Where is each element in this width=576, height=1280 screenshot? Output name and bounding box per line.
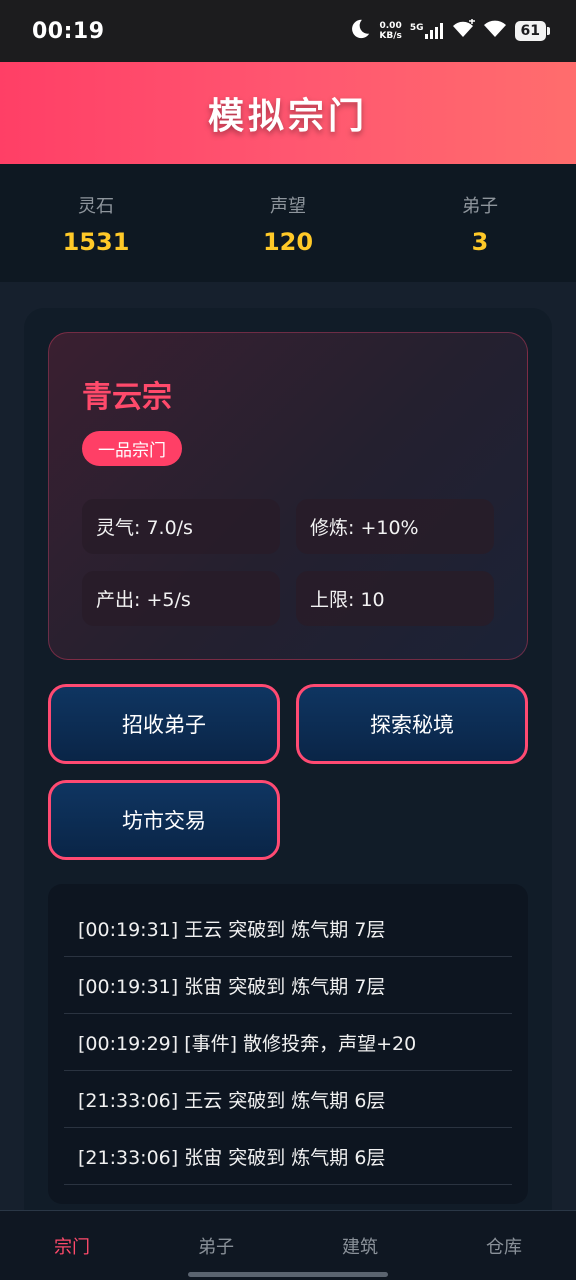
- bottom-nav: 宗门 弟子 建筑 仓库: [0, 1210, 576, 1280]
- event-log[interactable]: [00:19:31] 王云 突破到 炼气期 7层 [00:19:31] 张宙 突…: [48, 884, 528, 1204]
- log-entry: [00:19:31] 王云 突破到 炼气期 7层: [64, 900, 512, 957]
- wifi-icon: [483, 19, 507, 43]
- resource-value: 120: [262, 228, 314, 256]
- resource-value: 3: [471, 228, 489, 256]
- resource-value: 1531: [62, 228, 130, 256]
- net-speed: 0.00 KB/s: [379, 21, 401, 41]
- net-speed-unit: KB/s: [379, 31, 402, 41]
- stat-output: 产出: +5/s: [82, 571, 280, 626]
- wifi-plus-icon: [451, 18, 475, 43]
- page-title: 模拟宗门: [207, 96, 368, 137]
- sect-rank-badge: 一品宗门: [82, 431, 182, 466]
- log-list: [00:19:31] 王云 突破到 炼气期 7层 [00:19:31] 张宙 突…: [48, 884, 528, 1185]
- recruit-disciples-button[interactable]: 招收弟子: [48, 684, 280, 764]
- stat-cultivation: 修炼: +10%: [296, 499, 494, 554]
- battery-icon: 61: [514, 21, 551, 41]
- market-trade-button[interactable]: 坊市交易: [48, 780, 280, 860]
- resource-label: 灵石: [78, 196, 114, 217]
- resource-label: 弟子: [462, 196, 498, 217]
- resource-label: 声望: [270, 196, 306, 217]
- nav-tab-disciples[interactable]: 弟子: [144, 1211, 288, 1280]
- log-entry: [00:19:31] 张宙 突破到 炼气期 7层: [64, 957, 512, 1014]
- nav-tab-warehouse[interactable]: 仓库: [432, 1211, 576, 1280]
- network-type: 5G: [409, 23, 424, 33]
- sect-name: 青云宗: [82, 380, 172, 415]
- explore-realm-button[interactable]: 探索秘境: [296, 684, 528, 764]
- log-entry: [00:19:29] [事件] 散修投奔，声望+20: [64, 1014, 512, 1071]
- nav-tab-sect[interactable]: 宗门: [0, 1211, 144, 1280]
- resource-bar: 灵石 1531 声望 120 弟子 3: [0, 164, 576, 282]
- home-indicator[interactable]: [188, 1272, 388, 1277]
- status-time: 00:19: [32, 18, 105, 44]
- status-icons: 0.00 KB/s 5G 61: [349, 18, 551, 44]
- stat-capacity: 上限: 10: [296, 571, 494, 626]
- signal-icon: 5G: [410, 23, 443, 39]
- resource-spirit-stone: 灵石 1531: [0, 164, 192, 282]
- nav-tab-buildings[interactable]: 建筑: [288, 1211, 432, 1280]
- moon-icon: [349, 18, 371, 44]
- app-header: 模拟宗门: [0, 62, 576, 164]
- status-bar: 00:19 0.00 KB/s 5G 61: [0, 0, 576, 62]
- stat-spirit-energy: 灵气: 7.0/s: [82, 499, 280, 554]
- net-speed-value: 0.00: [379, 21, 402, 31]
- log-entry: [21:33:06] 张宙 突破到 炼气期 6层: [64, 1128, 512, 1185]
- resource-reputation: 声望 120: [192, 164, 384, 282]
- resource-disciples: 弟子 3: [384, 164, 576, 282]
- log-entry: [21:33:06] 王云 突破到 炼气期 6层: [64, 1071, 512, 1128]
